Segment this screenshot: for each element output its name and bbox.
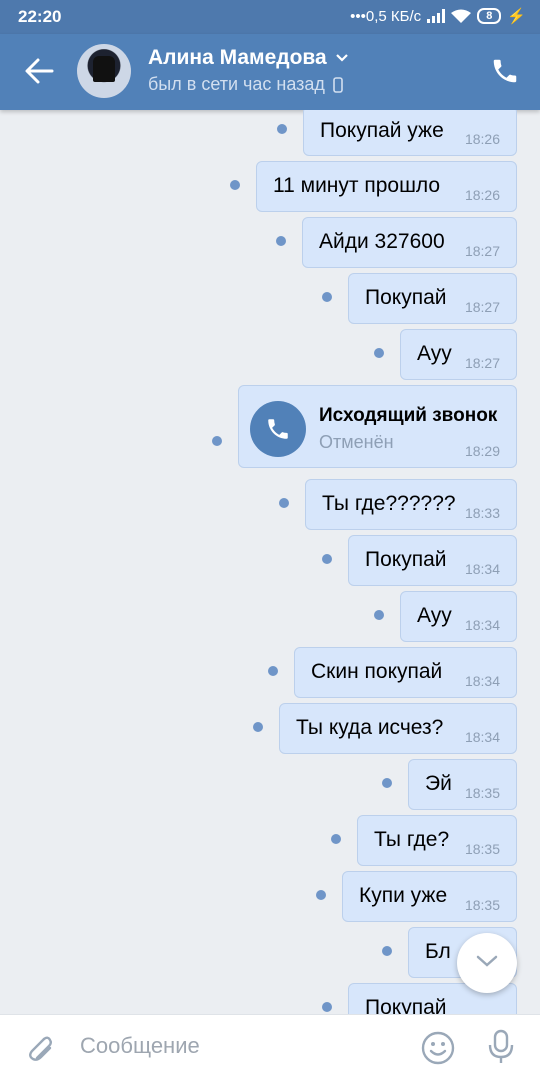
unread-dot: [268, 666, 278, 676]
signal-icon: [427, 9, 446, 23]
message-time: 18:27: [464, 355, 500, 371]
last-seen: был в сети час назад: [148, 74, 343, 95]
message-text: Покупай уже: [320, 119, 444, 142]
message-input[interactable]: Сообщение: [80, 1033, 200, 1059]
composer: Сообщение: [0, 1014, 540, 1081]
paperclip-icon[interactable]: [22, 1031, 56, 1065]
message-time: 18:34: [464, 561, 500, 577]
call-title: Исходящий звонок: [319, 405, 498, 426]
contact-name-text: Алина Мамедова: [148, 46, 327, 69]
message-time: 18:35: [464, 897, 500, 913]
message-bubble[interactable]: Эй 18:35: [408, 759, 517, 810]
message-text: Ты где??????: [322, 492, 456, 515]
message-text: Ты куда исчез?: [296, 716, 444, 739]
unread-dot: [374, 610, 384, 620]
message-time: 18:34: [464, 617, 500, 633]
phone-icon: [268, 419, 288, 439]
microphone-icon[interactable]: [484, 1028, 518, 1066]
message-bubble[interactable]: Ты куда исчез? 18:34: [279, 703, 517, 754]
message-bubble[interactable]: Покупай 18:27: [348, 273, 517, 324]
scroll-down-button[interactable]: [457, 933, 517, 993]
unread-dot: [382, 946, 392, 956]
message-bubble[interactable]: Ауу 18:34: [400, 591, 517, 642]
message-time: 18:29: [464, 443, 500, 459]
status-icons: •••0,5 КБ/с 8 ⚡: [350, 7, 526, 26]
status-bar: 22:20 •••0,5 КБ/с 8 ⚡: [0, 0, 540, 34]
unread-dot: [277, 124, 287, 134]
message-text: 11 минут прошло: [273, 174, 441, 197]
charging-icon: ⚡: [507, 8, 526, 25]
message-time: 18:34: [464, 729, 500, 745]
wifi-icon: [451, 9, 472, 23]
unread-dot: [331, 834, 341, 844]
unread-dot: [212, 436, 222, 446]
message-time: 18:34: [464, 673, 500, 689]
message-text: Айди 327600: [319, 230, 445, 253]
message-time: 18:26: [464, 187, 500, 203]
message-time: 18:35: [464, 785, 500, 801]
message-bubble[interactable]: Покупай уже 18:26: [303, 110, 517, 156]
unread-dot: [322, 554, 332, 564]
back-arrow-icon[interactable]: [22, 54, 56, 88]
call-button[interactable]: [250, 401, 306, 457]
message-text: Эй: [425, 772, 452, 795]
message-bubble[interactable]: Ты где? 18:35: [357, 815, 517, 866]
message-text: Ауу: [417, 604, 452, 627]
message-text: Покупай: [365, 996, 447, 1014]
message-list[interactable]: Покупай уже 18:26 11 минут прошло 18:26 …: [0, 110, 540, 1014]
contact-name[interactable]: Алина Мамедова: [148, 46, 349, 70]
phone-icon[interactable]: [490, 56, 520, 86]
message-bubble[interactable]: 11 минут прошло 18:26: [256, 161, 517, 212]
avatar[interactable]: [77, 44, 131, 98]
message-bubble[interactable]: Ауу 18:27: [400, 329, 517, 380]
unread-dot: [279, 498, 289, 508]
message-time: 18:27: [464, 299, 500, 315]
message-text: Бл: [425, 940, 451, 963]
message-bubble[interactable]: Ты где?????? 18:33: [305, 479, 517, 530]
message-time: 18:35: [464, 841, 500, 857]
mobile-icon: [333, 76, 343, 93]
call-message[interactable]: Исходящий звонок Отменён 18:29: [238, 385, 517, 468]
clock: 22:20: [18, 7, 62, 26]
message-time: 18:33: [464, 505, 500, 521]
last-seen-text: был в сети час назад: [148, 74, 325, 94]
call-status: Отменён: [319, 432, 394, 452]
chevron-down-icon: [476, 955, 498, 967]
network-speed: •••0,5 КБ/с: [350, 7, 422, 25]
message-text: Скин покупай: [311, 660, 443, 683]
unread-dot: [316, 890, 326, 900]
message-text: Ауу: [417, 342, 452, 365]
chat-header: Алина Мамедова был в сети час назад: [0, 34, 540, 110]
unread-dot: [322, 292, 332, 302]
unread-dot: [374, 348, 384, 358]
message-text: Ты где?: [374, 828, 450, 851]
message-time: 18:26: [464, 131, 500, 147]
unread-dot: [322, 1002, 332, 1012]
battery-icon: 8: [477, 8, 502, 24]
chevron-down-icon: [335, 54, 348, 62]
message-bubble[interactable]: Покупай 18:34: [348, 535, 517, 586]
message-time: 18:27: [464, 243, 500, 259]
unread-dot: [382, 778, 392, 788]
message-bubble[interactable]: Купи уже 18:35: [342, 871, 517, 922]
unread-dot: [253, 722, 263, 732]
message-bubble[interactable]: Скин покупай 18:34: [294, 647, 517, 698]
message-text: Купи уже: [359, 884, 448, 907]
message-text: Покупай: [365, 286, 447, 309]
emoji-icon[interactable]: [420, 1030, 456, 1066]
unread-dot: [230, 180, 240, 190]
unread-dot: [276, 236, 286, 246]
message-bubble[interactable]: Айди 327600 18:27: [302, 217, 517, 268]
message-text: Покупай: [365, 548, 447, 571]
